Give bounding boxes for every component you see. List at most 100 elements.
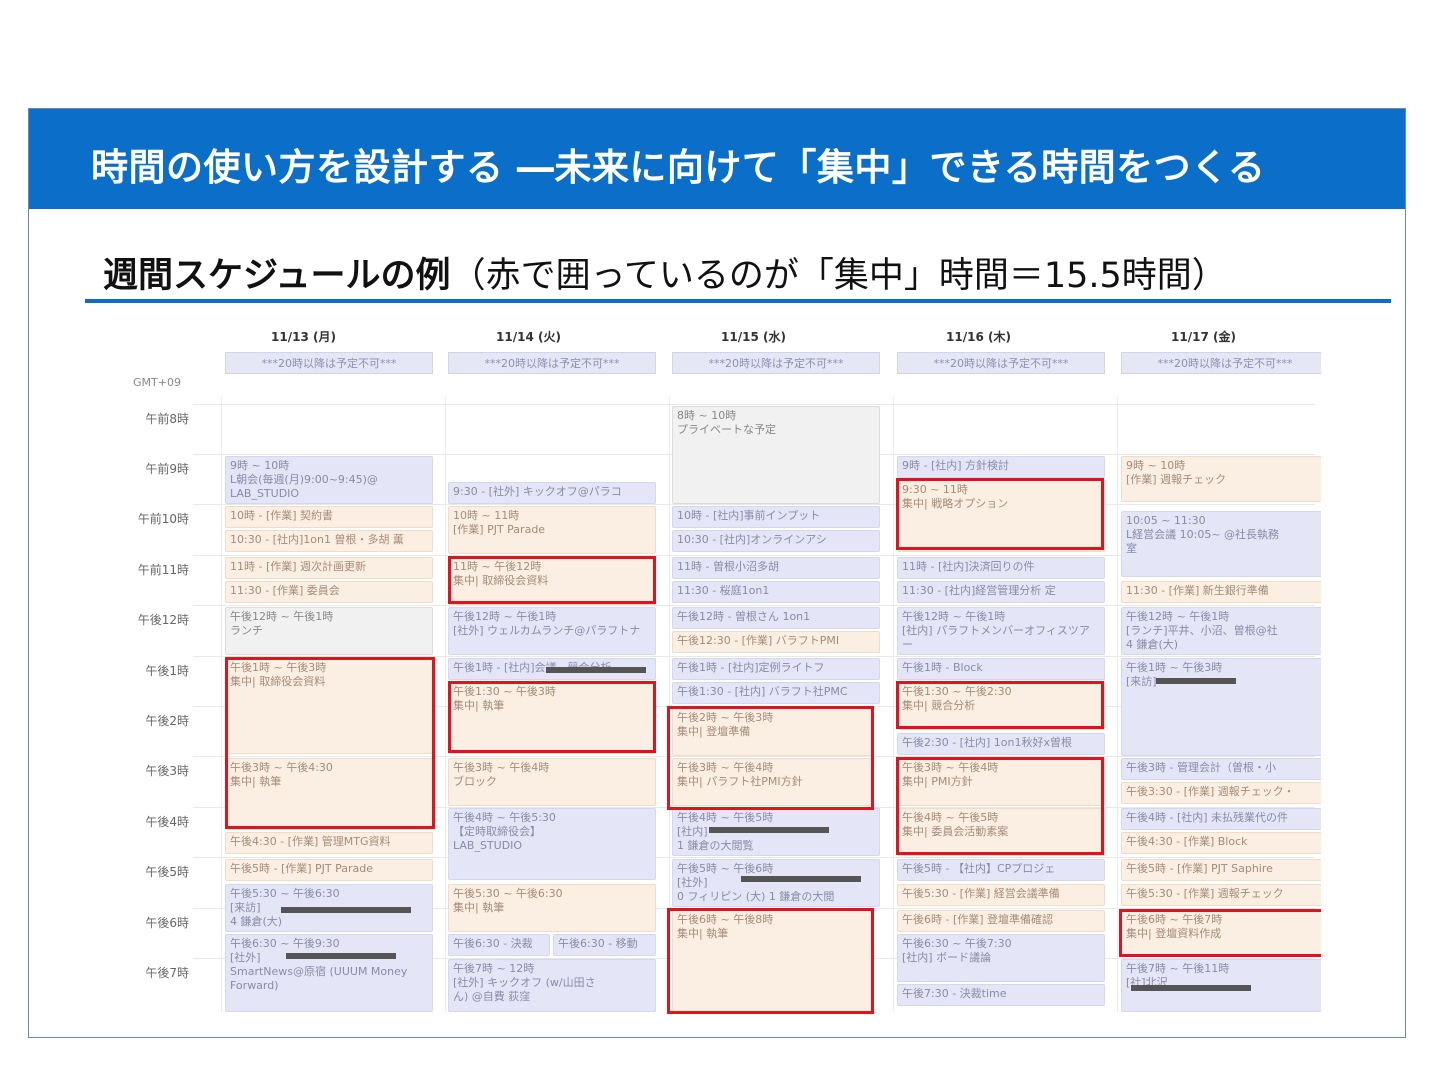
calendar-event[interactable]: 午後12時 ~ 午後1時 [ランチ]平井、小沼、曽根@社 4 鎌倉(大) [1121,607,1321,655]
calendar-event[interactable]: 午後5時 - [作業] PJT Parade [225,859,433,881]
calendar-event[interactable]: 9:30 - [社外] キックオフ@パラコ [448,482,656,504]
hour-label: 午前9時 [145,462,189,476]
calendar-event[interactable]: 10時 - [社内]事前インプット [672,506,880,528]
calendar-event[interactable]: 午後6:30 ~ 午後7:30 [社内] ボード議論 [897,934,1105,982]
calendar-event[interactable]: 午後1時 - Block [897,658,1105,680]
calendar-event[interactable]: 午後3時 ~ 午後4時 ブロック [448,758,656,806]
hour-label: 午前11時 [137,563,189,577]
calendar-event[interactable]: 午後12時 ~ 午後1時 [社内] パラフトメンバーオフィスツアー [897,607,1105,655]
calendar-event[interactable]: 午後1:30 - [社内] バラフト社PMC [672,682,880,704]
calendar-event[interactable]: 午後7時 ~ 12時 [社外] キックオフ (w/山田さ ん) @自費 荻窪 [448,959,656,1012]
column-divider [1117,396,1118,1012]
slide-frame: 時間の使い方を設計する ―未来に向けて「集中」できる時間をつくる 週間スケジュー… [28,108,1406,1038]
calendar-event[interactable]: 午後1時 - [社内]定例ライトフ [672,658,880,680]
calendar-event[interactable]: 午後6時 - [作業] 登壇準備確認 [897,910,1105,932]
day-header-mon[interactable]: 11/13 (月) [201,328,406,345]
calendar-event[interactable]: 午後5時 ~ 午後6時 [社外] 0 フィリピン (大) 1 鎌倉の大閲 [672,859,880,907]
column-divider [445,396,446,1012]
calendar-event[interactable]: 午後3:30 - [作業] 週報チェック・ [1121,782,1321,804]
allday-event-tue[interactable]: ***20時以降は予定不可*** [448,352,656,374]
calendar-event[interactable]: 8時 ~ 10時 プライベートな予定 [672,406,880,504]
allday-event-wed[interactable]: ***20時以降は予定不可*** [672,352,880,374]
calendar-event[interactable]: 午後6:30 - 移動 [553,934,656,956]
calendar-event[interactable]: 午後5時 - [作業] PJT Saphire [1121,859,1321,881]
calendar-event[interactable]: 午後4時 ~ 午後5:30 【定時取締役会】 LAB_STUDIO [448,808,656,880]
hour-label: 午後1時 [145,664,189,678]
calendar-event[interactable]: 11時 - 曽根小沼多胡 [672,557,880,579]
focus-time-outline [896,757,1104,855]
calendar-event[interactable]: 午後12時 ~ 午後1時 ランチ [225,607,433,655]
calendar-event[interactable]: 午後5:30 - [作業] 経営会議準備 [897,884,1105,906]
redaction-bar [281,907,411,913]
calendar-event[interactable]: 午後12時 - 曽根さん 1on1 [672,607,880,629]
subtitle-underline [85,299,1391,303]
hour-label: 午後12時 [137,613,189,627]
calendar-event[interactable]: 11:30 - [作業] 新生銀行準備 [1121,581,1321,603]
calendar-event[interactable]: 午後12:30 - [作業] バラフトPMI [672,631,880,653]
grid-line [193,857,1315,858]
calendar-event[interactable]: 9時 ~ 10時 L朝会(毎週(月)9:00~9:45)@ LAB_STUDIO [225,456,433,504]
hour-label: 午後5時 [145,865,189,879]
calendar-event[interactable]: 午後5:30 - [作業] 週報チェック [1121,884,1321,906]
calendar-event[interactable]: 11:30 - [社内]経営管理分析 定 [897,581,1105,603]
column-divider [893,396,894,1012]
calendar-event[interactable]: 午後6:30 ~ 午後9:30 [社外] SmartNews@原宿 (UUUM … [225,934,433,1012]
calendar-event[interactable]: 11時 - [作業] 週次計画更新 [225,557,433,579]
focus-time-outline [667,908,874,1014]
timezone-label: GMT+09 [133,376,181,389]
subtitle-rest: （赤で囲っているのが「集中」時間＝15.5時間） [450,256,1227,296]
allday-event-mon[interactable]: ***20時以降は予定不可*** [225,352,433,374]
calendar-event[interactable]: 午後4時 - [社内] 未払残業代の件 [1121,808,1321,830]
calendar-event[interactable]: 10時 - [作業] 契約書 [225,506,433,528]
focus-time-outline [896,478,1104,550]
calendar-event[interactable]: 午後6:30 - 決裁 [448,934,550,956]
calendar-event[interactable]: 午後7:30 - 決裁time [897,984,1105,1006]
calendar-event[interactable]: 午後2:30 - [社内] 1on1秋好x曽根 [897,733,1105,755]
hour-label: 午前10時 [137,512,189,526]
calendar-event[interactable]: 午後5時 - 【社内】CPプロジェ [897,859,1105,881]
day-header-tue[interactable]: 11/14 (火) [426,328,631,345]
grid-line [193,404,1315,405]
calendar-event[interactable]: 10:05 ~ 11:30 L経営会議 10:05~ @社長執務 室 [1121,511,1321,577]
calendar-event[interactable]: 9時 ~ 10時 [作業] 週報チェック [1121,456,1321,502]
title-banner: 時間の使い方を設計する ―未来に向けて「集中」できる時間をつくる [29,109,1405,209]
calendar-event[interactable]: 午後1時 ~ 午後3時 [来訪] [1121,658,1321,756]
focus-time-outline [225,657,435,829]
allday-event-fri[interactable]: ***20時以降は予定不可*** [1121,352,1321,374]
calendar-event[interactable]: 9時 - [社内] 方針検討 [897,456,1105,478]
calendar-event[interactable]: 10:30 - [社内]1on1 曽根・多胡 薫 [225,530,433,552]
grid-line [193,605,1315,606]
redaction-bar [709,827,829,833]
calendar-event[interactable]: 11:30 - 桜庭1on1 [672,581,880,603]
calendar-event[interactable]: 午後3時 - 管理会計（曽根・小 [1121,758,1321,780]
redaction-bar [1131,985,1251,991]
calendar-event[interactable]: 午後4:30 - [作業] Block [1121,832,1321,854]
calendar-event[interactable]: 11:30 - [作業] 委員会 [225,581,433,603]
redaction-bar [286,953,396,959]
focus-time-outline [448,556,656,604]
hour-label: 午後7時 [145,966,189,980]
weekly-calendar: 11/13 (月) 11/14 (火) 11/15 (水) 11/16 (木) … [121,324,1321,1014]
grid-line [193,504,1315,505]
hour-label: 午後4時 [145,815,189,829]
redaction-bar [741,876,861,882]
day-header-wed[interactable]: 11/15 (水) [651,328,856,345]
allday-event-thu[interactable]: ***20時以降は予定不可*** [897,352,1105,374]
column-divider [221,396,222,1012]
calendar-event[interactable]: 午後5:30 ~ 午後6:30 集中| 執筆 [448,884,656,932]
day-header-fri[interactable]: 11/17 (金) [1101,328,1306,345]
hour-label: 午後3時 [145,764,189,778]
day-header-thu[interactable]: 11/16 (木) [876,328,1081,345]
calendar-event[interactable]: 10:30 - [社内]オンラインアシ [672,530,880,552]
calendar-event[interactable]: 10時 ~ 11時 [作業] PJT Parade [448,506,656,554]
calendar-event[interactable]: 午後4:30 - [作業] 管理MTG資料 [225,832,433,854]
calendar-event[interactable]: 11時 - [社内]決済回りの件 [897,557,1105,579]
hour-label: 午後2時 [145,714,189,728]
focus-time-outline [1119,909,1321,957]
calendar-event[interactable]: 午後12時 ~ 午後1時 [社外] ウェルカムランチ@パラフトナ [448,607,656,655]
slide-title: 時間の使い方を設計する ―未来に向けて「集中」できる時間をつくる [91,146,1266,189]
redaction-bar [1156,678,1236,684]
focus-time-outline [896,681,1104,729]
hour-label: 午後6時 [145,916,189,930]
hour-label: 午前8時 [145,412,189,426]
